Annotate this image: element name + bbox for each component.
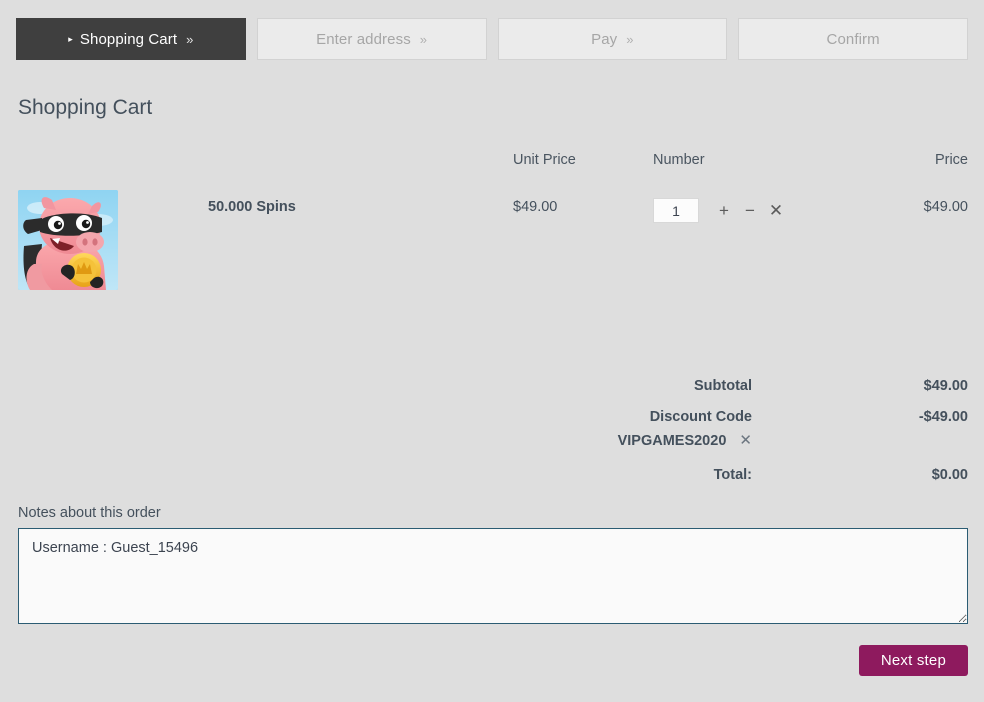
- increase-quantity-icon[interactable]: +: [715, 201, 733, 221]
- row-price-value: $49.00: [923, 199, 968, 215]
- product-quantity-cell: + − ✕: [653, 190, 853, 223]
- step-confirm[interactable]: Confirm: [738, 18, 968, 60]
- grand-total-row: Total: $0.00: [18, 467, 968, 483]
- order-notes-label: Notes about this order: [18, 505, 161, 521]
- column-header-price: Price: [934, 152, 968, 168]
- cart-item-row: 50.000 Spins $49.00 + − ✕ $49.00: [18, 174, 968, 290]
- chevron-double-right-icon: »: [419, 31, 428, 47]
- product-image-svg: [18, 190, 118, 290]
- chevron-double-right-icon: »: [186, 31, 194, 47]
- step-shopping-cart[interactable]: ▸ Shopping Cart »: [16, 18, 246, 60]
- product-name: 50.000 Spins: [208, 199, 296, 215]
- order-notes-section: Notes about this order: [0, 505, 984, 624]
- checkout-steps: ▸ Shopping Cart » Enter address » Pay » …: [0, 0, 984, 60]
- quantity-buttons: + − ✕: [715, 201, 785, 221]
- cart-table: Unit Price Number Price 50.000 Spins $49…: [0, 152, 984, 290]
- subtotal-row: Subtotal $49.00: [18, 378, 968, 394]
- discount-label-group: Discount Code VIPGAMES2020 ✕: [618, 409, 752, 449]
- caret-right-icon: ▸: [68, 33, 73, 44]
- column-header-number: Number: [653, 152, 705, 168]
- quantity-controls: + − ✕: [653, 198, 853, 223]
- subtotal-value: $49.00: [923, 378, 968, 394]
- decrease-quantity-icon[interactable]: −: [741, 201, 759, 221]
- subtotal-label: Subtotal: [694, 378, 752, 394]
- discount-code-group: VIPGAMES2020 ✕: [618, 431, 752, 449]
- discount-label: Discount Code: [649, 409, 752, 425]
- next-step-button[interactable]: Next step: [858, 645, 968, 676]
- step-pay[interactable]: Pay »: [497, 18, 728, 60]
- unit-price-value: $49.00: [513, 199, 558, 215]
- step-label: Enter address: [316, 30, 411, 48]
- step-enter-address[interactable]: Enter address »: [256, 18, 487, 60]
- product-thumbnail-cell: [18, 190, 208, 290]
- chevron-double-right-icon: »: [626, 31, 634, 47]
- product-price-cell: $49.00: [853, 190, 968, 216]
- step-label: Confirm: [826, 30, 880, 48]
- cart-table-header: Unit Price Number Price: [18, 152, 968, 174]
- discount-value: -$49.00: [918, 409, 968, 425]
- product-name-cell: 50.000 Spins: [208, 190, 513, 216]
- step-label: Shopping Cart: [79, 30, 178, 48]
- page-title: Shopping Cart: [18, 96, 153, 119]
- discount-row: Discount Code VIPGAMES2020 ✕ -$49.00: [18, 409, 968, 449]
- order-totals: Subtotal $49.00 Discount Code VIPGAMES20…: [0, 378, 984, 483]
- remove-discount-code-icon[interactable]: ✕: [739, 431, 752, 449]
- order-notes-textarea[interactable]: [18, 528, 968, 624]
- discount-code-value: VIPGAMES2020: [617, 433, 727, 449]
- product-unit-price-cell: $49.00: [513, 190, 653, 216]
- quantity-input[interactable]: [653, 198, 699, 223]
- grand-total-value: $0.00: [931, 467, 968, 483]
- step-label: Pay: [591, 30, 618, 48]
- column-header-unit-price: Unit Price: [513, 152, 576, 168]
- grand-total-label: Total:: [713, 467, 752, 483]
- checkout-footer: Next step: [0, 645, 984, 676]
- coin-master-pig-icon[interactable]: [18, 190, 118, 290]
- remove-item-icon[interactable]: ✕: [767, 201, 785, 221]
